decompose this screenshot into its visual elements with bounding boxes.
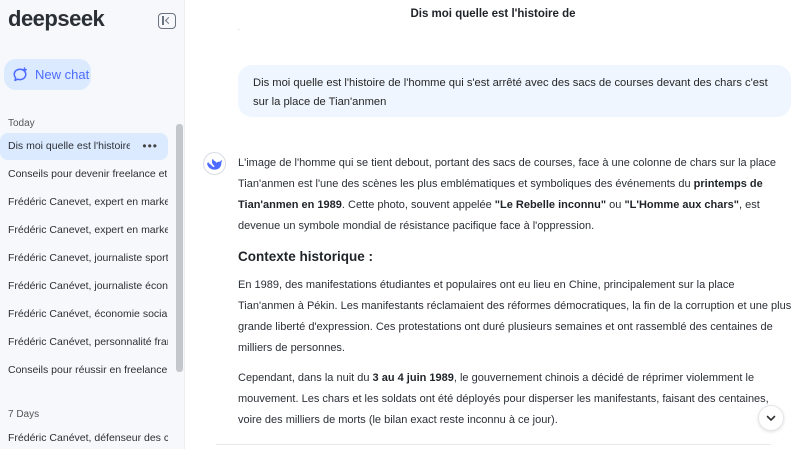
section-label-7-days: 7 Days xyxy=(8,409,40,420)
sidebar-chat-item[interactable]: Frédéric Canevet, expert en marketing xyxy=(0,189,168,216)
chevron-down-icon xyxy=(766,415,776,421)
sidebar: deepseek New chat Today Dis moi quelle e… xyxy=(0,0,185,449)
chat-item-label: Frédéric Canevet, journaliste sportif xyxy=(8,252,168,264)
sidebar-chat-item[interactable]: Frédéric Canévet, personnalité française xyxy=(0,329,168,356)
chat-item-label: Frédéric Canevet, expert en marketing xyxy=(8,196,168,208)
scroll-to-bottom-button[interactable] xyxy=(758,405,784,431)
sidebar-chat-item-active[interactable]: Dis moi quelle est l'histoire de l'homme… xyxy=(0,133,168,160)
answer-bold-text: "L'Homme aux chars" xyxy=(624,199,739,211)
sidebar-chat-item[interactable]: Frédéric Canevet, expert en marketing xyxy=(0,217,168,244)
assistant-answer: L'image de l'homme qui se tient debout, … xyxy=(238,153,794,440)
chat-item-label: Frédéric Canévet, économie sociale xyxy=(8,308,168,320)
sidebar-collapse-icon[interactable] xyxy=(158,13,176,29)
deepseek-whale-icon xyxy=(203,152,226,175)
answer-text: Cependant, dans la nuit du xyxy=(238,372,373,384)
chat-item-label: Frédéric Canévet, défenseur des causes xyxy=(8,432,168,444)
chat-item-label: Frédéric Canévet, journaliste économique xyxy=(8,280,168,292)
logo: deepseek xyxy=(8,6,105,31)
chat-item-label: Frédéric Canévet, personnalité française xyxy=(8,336,168,348)
answer-paragraph: Cependant, dans la nuit du 3 au 4 juin 1… xyxy=(238,368,794,431)
chat-item-label: Frédéric Canevet, expert en marketing xyxy=(8,224,168,236)
new-chat-button[interactable]: New chat xyxy=(4,59,91,90)
new-chat-label: New chat xyxy=(35,67,90,82)
divider xyxy=(216,444,771,445)
sidebar-chat-item[interactable]: Frédéric Canevet, journaliste sportif xyxy=(0,245,168,272)
section-label-today: Today xyxy=(8,118,35,129)
answer-paragraph: En 1989, des manifestations étudiantes e… xyxy=(238,279,792,354)
sidebar-chat-item[interactable]: Conseils pour devenir freelance et xyxy=(0,161,168,188)
sidebar-scrollbar[interactable] xyxy=(176,124,183,372)
title-dot: . xyxy=(238,26,240,32)
answer-bold-text: "Le Rebelle inconnu" xyxy=(494,199,607,211)
sidebar-chat-item[interactable]: Frédéric Canévet, économie sociale xyxy=(0,301,168,328)
user-message-bubble: Dis moi quelle est l'histoire de l'homme… xyxy=(238,65,791,117)
chat-item-label: Conseils pour réussir en freelance xyxy=(8,364,168,376)
user-message-text: Dis moi quelle est l'histoire de l'homme… xyxy=(253,77,768,108)
chat-item-label: Conseils pour devenir freelance et xyxy=(8,168,168,180)
answer-text: . Cette photo, souvent appelée xyxy=(341,199,495,211)
more-options-icon[interactable]: ••• xyxy=(142,133,158,160)
chat-plus-icon xyxy=(12,66,28,83)
main-panel: Dis moi quelle est l'histoire de . Dis m… xyxy=(186,0,800,449)
sidebar-chat-item[interactable]: Conseils pour réussir en freelance xyxy=(0,357,168,384)
answer-heading: Contexte historique : xyxy=(238,249,374,264)
conversation-title: Dis moi quelle est l'histoire de xyxy=(410,8,576,20)
answer-paragraph: L'image de l'homme qui se tient debout, … xyxy=(238,153,794,237)
chat-item-label: Dis moi quelle est l'histoire de l'homme xyxy=(8,140,130,152)
answer-text: ou xyxy=(606,199,625,211)
answer-bold-text: 3 au 4 juin 1989 xyxy=(372,372,454,384)
sidebar-chat-item[interactable]: Frédéric Canévet, défenseur des causes xyxy=(0,425,168,449)
sidebar-chat-item[interactable]: Frédéric Canévet, journaliste économique xyxy=(0,273,168,300)
